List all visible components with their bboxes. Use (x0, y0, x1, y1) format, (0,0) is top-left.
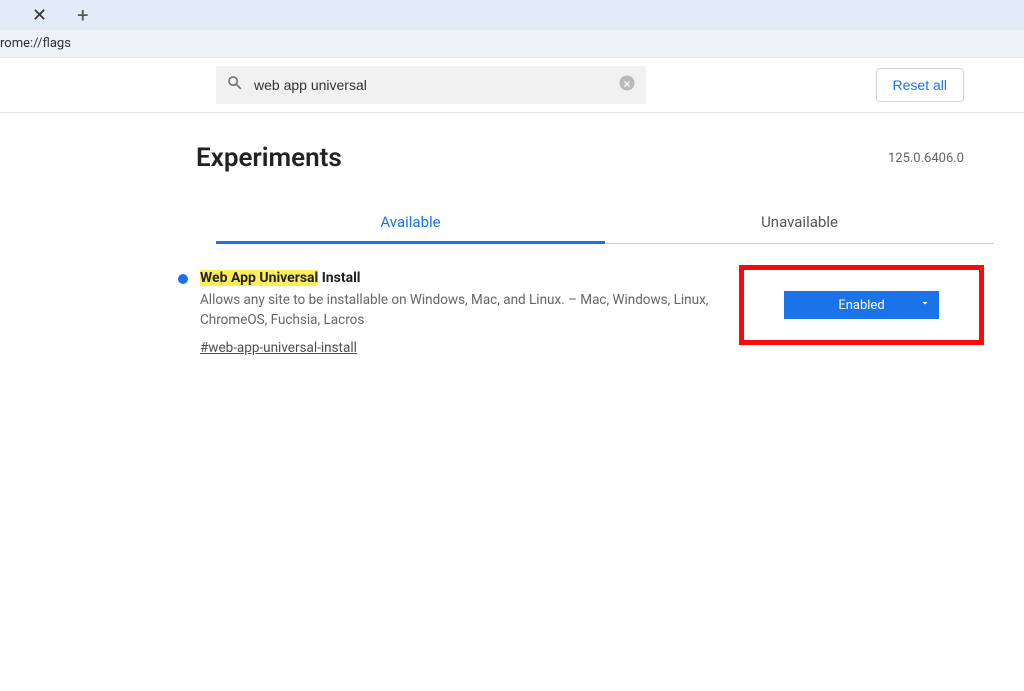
url-text: rome://flags (0, 36, 71, 51)
tabs: Available Unavailable (216, 203, 994, 244)
search-icon (226, 74, 244, 96)
browser-version: 125.0.6406.0 (888, 151, 964, 166)
close-tab-icon[interactable]: ✕ (20, 5, 59, 26)
flag-title-rest: Install (318, 270, 360, 286)
page-title: Experiments (196, 143, 342, 173)
flag-title-highlight: Web App Universal (200, 270, 318, 286)
reset-all-button[interactable]: Reset all (876, 68, 964, 102)
tab-unavailable[interactable]: Unavailable (605, 203, 994, 243)
clear-search-icon[interactable] (618, 74, 636, 96)
flag-state-dropdown[interactable]: Enabled (784, 291, 939, 319)
highlight-box: Enabled (739, 265, 984, 345)
address-bar[interactable]: rome://flags (0, 30, 1024, 58)
new-tab-icon[interactable]: + (59, 3, 106, 27)
tab-available[interactable]: Available (216, 203, 605, 244)
flag-title: Web App Universal Install (200, 270, 720, 286)
content: Experiments 125.0.6406.0 Available Unava… (0, 113, 1024, 356)
flag-description: Allows any site to be installable on Win… (200, 290, 720, 331)
toolbar: Reset all (0, 58, 1024, 113)
dropdown-value: Enabled (838, 298, 884, 313)
flag-row: Web App Universal Install Allows any sit… (196, 270, 964, 356)
search-box[interactable] (216, 66, 646, 104)
flag-anchor-link[interactable]: #web-app-universal-install (200, 340, 357, 356)
chevron-down-icon (919, 297, 931, 313)
browser-tab-bar: ✕ + (0, 0, 1024, 30)
search-input[interactable] (254, 77, 608, 93)
modified-indicator-icon (178, 274, 188, 284)
